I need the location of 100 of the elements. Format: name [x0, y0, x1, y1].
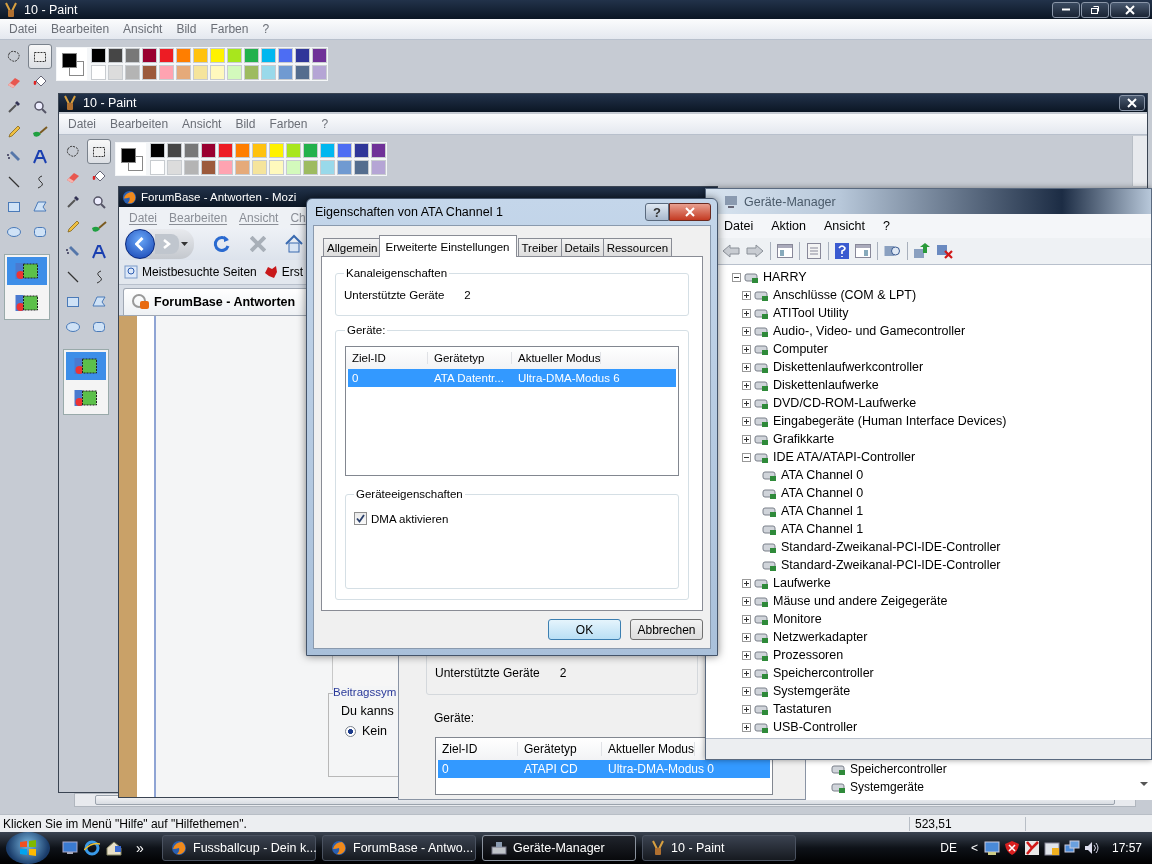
tree-item[interactable]: ATA Channel 0 [781, 468, 864, 482]
ok-button[interactable]: OK [548, 619, 621, 640]
transparency-option[interactable] [66, 352, 106, 380]
window-icon[interactable] [855, 244, 871, 258]
color-swatch[interactable] [167, 160, 182, 175]
rect-select-tool[interactable] [28, 44, 52, 69]
menu-item[interactable]: Datei [2, 22, 44, 36]
menu-item[interactable]: Bearbeiten [44, 22, 117, 36]
expand-toggle[interactable] [742, 650, 751, 660]
network-icon[interactable] [1063, 840, 1080, 856]
color-swatch[interactable] [176, 65, 191, 80]
column-header[interactable]: Gerätetyp [518, 742, 602, 756]
tree-item[interactable]: Prozessoren [773, 648, 844, 662]
color-swatch[interactable] [269, 160, 284, 175]
tree-item[interactable]: ATA Channel 1 [781, 522, 864, 536]
color-swatch[interactable] [295, 65, 310, 80]
scan-icon[interactable] [884, 244, 901, 258]
color-swatch[interactable] [261, 65, 276, 80]
color-swatch[interactable] [286, 160, 301, 175]
tree-item[interactable]: Netzwerkadapter [773, 630, 868, 644]
expand-toggle[interactable] [742, 722, 751, 732]
tab[interactable]: Erweiterte Einstellungen [378, 235, 517, 257]
menu-item[interactable]: Bild [228, 117, 263, 131]
collapse-toggle[interactable] [732, 272, 741, 282]
menu-item[interactable]: Farben [203, 22, 256, 36]
volume-icon[interactable] [1083, 840, 1100, 856]
color-swatch[interactable] [91, 65, 106, 80]
tree-item[interactable]: Speichercontroller [850, 762, 947, 776]
tree-item[interactable]: Systemgeräte [773, 684, 851, 698]
color-swatch[interactable] [142, 48, 157, 63]
bookmark-link[interactable]: Erst [281, 265, 304, 279]
minimize-button[interactable] [1052, 1, 1080, 18]
color-swatch[interactable] [210, 65, 225, 80]
expand-toggle[interactable] [742, 632, 751, 642]
color-swatch[interactable] [159, 48, 174, 63]
color-swatch[interactable] [312, 48, 327, 63]
collapse-toggle[interactable] [742, 452, 751, 462]
close-button[interactable] [1110, 1, 1150, 18]
scroll-down-button[interactable] [1140, 782, 1148, 787]
help-icon[interactable] [835, 243, 849, 259]
color-swatch[interactable] [184, 160, 199, 175]
tree-item[interactable]: HARRY [763, 270, 807, 284]
expand-toggle[interactable] [742, 434, 751, 444]
restore-button[interactable] [1081, 1, 1109, 18]
menu-item[interactable]: Bild [169, 22, 204, 36]
tree-item[interactable]: DVD/CD-ROM-Laufwerke [773, 396, 917, 410]
menu-item[interactable]: ? [880, 219, 898, 233]
expand-toggle[interactable] [742, 362, 751, 372]
color-swatch[interactable] [108, 65, 123, 80]
tree-item[interactable]: Tastaturen [773, 702, 832, 716]
color-swatch[interactable] [371, 160, 386, 175]
expand-toggle[interactable] [742, 686, 751, 696]
color-swatch[interactable] [303, 160, 318, 175]
taskbar-button[interactable]: Geräte-Manager [482, 835, 636, 861]
expand-toggle[interactable] [742, 668, 751, 678]
tree-item[interactable]: Standard-Zweikanal-PCI-IDE-Controller [781, 540, 1001, 554]
expand-toggle[interactable] [742, 614, 751, 624]
tree-item[interactable]: USB-Controller [773, 720, 858, 734]
menu-item[interactable]: Farben [262, 117, 315, 131]
color-swatch[interactable] [227, 48, 242, 63]
color-swatch[interactable] [176, 48, 191, 63]
language-indicator[interactable]: DE [940, 841, 957, 855]
uninstall-icon[interactable] [937, 243, 954, 259]
expand-toggle[interactable] [742, 596, 751, 606]
bookmark-link[interactable]: Meistbesuchte Seiten [142, 265, 257, 279]
expand-toggle[interactable] [742, 344, 751, 354]
color-swatch[interactable] [269, 143, 284, 158]
color-swatch[interactable] [193, 65, 208, 80]
tree-item[interactable]: Audio-, Video- und Gamecontroller [773, 324, 966, 338]
menu-item[interactable]: Ansicht [116, 22, 170, 36]
cancel-button[interactable]: Abbrechen [630, 619, 703, 640]
cross-icon[interactable] [1023, 840, 1040, 856]
menu-item[interactable]: ? [314, 117, 336, 131]
color-swatch[interactable] [252, 160, 267, 175]
color-swatch[interactable] [201, 143, 216, 158]
color-swatch[interactable] [167, 143, 182, 158]
color-swatch[interactable] [125, 65, 140, 80]
color-swatch[interactable] [184, 143, 199, 158]
taskbar-button[interactable]: ForumBase - Antwo... [322, 835, 476, 861]
color-swatch[interactable] [354, 143, 369, 158]
taskbar-button[interactable]: Fussballcup - Dein k... [162, 835, 316, 861]
color-swatch[interactable] [252, 143, 267, 158]
color-swatch[interactable] [278, 65, 293, 80]
color-swatch[interactable] [235, 143, 250, 158]
close-button[interactable] [1119, 95, 1145, 111]
properties-icon[interactable] [806, 243, 822, 259]
tree-item[interactable]: Standard-Zweikanal-PCI-IDE-Controller [781, 558, 1001, 572]
color-swatch[interactable] [150, 143, 165, 158]
color-swatch[interactable] [91, 48, 106, 63]
color-swatch[interactable] [371, 143, 386, 158]
color-swatch[interactable] [278, 48, 293, 63]
tree-item[interactable]: ATA Channel 0 [781, 486, 864, 500]
column-header[interactable]: Ziel-ID [436, 742, 518, 756]
clock[interactable]: 17:57 [1111, 841, 1142, 855]
column-header[interactable]: Aktueller Modus [602, 742, 696, 756]
close-button[interactable] [669, 203, 711, 221]
tree-item[interactable]: Anschlüsse (COM & LPT) [773, 288, 917, 302]
color-swatch[interactable] [312, 65, 327, 80]
monitor-icon[interactable] [983, 840, 1000, 856]
back-button[interactable] [125, 229, 155, 259]
